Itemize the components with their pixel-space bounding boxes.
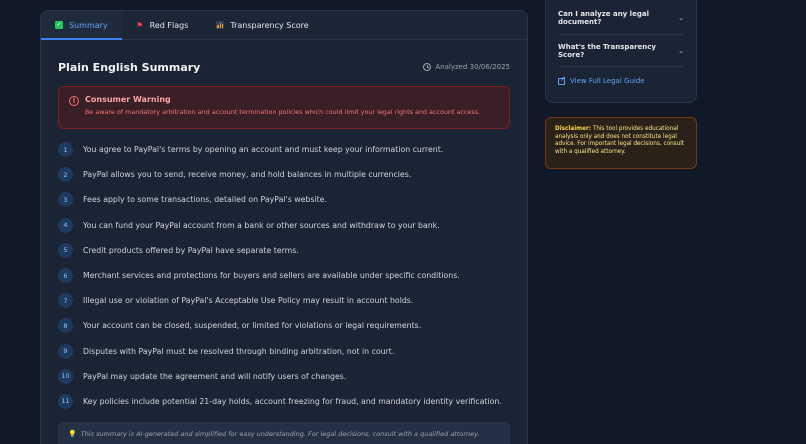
bar-chart-icon xyxy=(216,21,225,29)
item-text: Illegal use or violation of PayPal's Acc… xyxy=(83,296,414,306)
chevron-down-icon: ⌄ xyxy=(678,46,684,55)
warning-text: Be aware of mandatory arbitration and ac… xyxy=(85,108,481,116)
list-item: 2 PayPal allows you to send, receive mone… xyxy=(58,162,510,187)
flag-icon: ⚑ xyxy=(136,20,144,30)
item-text: Fees apply to some transactions, detaile… xyxy=(83,195,327,205)
summary-header: Plain English Summary Analyzed 30/06/202… xyxy=(58,59,510,75)
analyzed-label: Analyzed 30/06/2025 xyxy=(435,63,510,71)
page-title: Plain English Summary xyxy=(58,60,201,74)
item-text: Merchant services and protections for bu… xyxy=(83,271,460,281)
tab-red-flags[interactable]: ⚑ Red Flags xyxy=(122,11,203,39)
list-item: 8 Your account can be closed, suspended, … xyxy=(58,313,510,338)
item-text: Disputes with PayPal must be resolved th… xyxy=(83,346,395,356)
check-square-icon: ✓ xyxy=(55,21,63,29)
list-item: 11 Key policies include potential 21-day … xyxy=(58,389,510,414)
tab-bar: ✓ Summary ⚑ Red Flags Transparency Score xyxy=(41,11,527,40)
tab-label: Transparency Score xyxy=(230,20,309,30)
tab-label: Red Flags xyxy=(149,20,189,30)
item-number: 7 xyxy=(58,293,73,309)
item-number: 6 xyxy=(58,268,73,284)
summary-card: ✓ Summary ⚑ Red Flags Transparency Score… xyxy=(40,10,528,444)
item-number: 2 xyxy=(58,167,73,183)
item-text: Credit products offered by PayPal have s… xyxy=(83,245,299,255)
disclaimer-label: Disclaimer: xyxy=(555,126,592,132)
item-number: 1 xyxy=(58,142,73,158)
item-text: Your account can be closed, suspended, o… xyxy=(83,321,422,331)
list-item: 10 PayPal may update the agreement and wi… xyxy=(58,364,510,389)
item-text: You can fund your PayPal account from a … xyxy=(83,220,440,230)
item-number: 5 xyxy=(58,242,73,258)
item-text: Key policies include potential 21-day ho… xyxy=(83,396,502,406)
item-text: You agree to PayPal's terms by opening a… xyxy=(83,145,444,155)
item-text: PayPal may update the agreement and will… xyxy=(83,371,347,381)
item-number: 10 xyxy=(58,368,73,384)
view-legal-guide-link[interactable]: View Full Legal Guide xyxy=(558,75,684,85)
item-number: 3 xyxy=(58,192,73,208)
list-item: 3 Fees apply to some transactions, detail… xyxy=(58,187,510,212)
external-link-icon xyxy=(558,75,566,85)
list-item: 1 You agree to PayPal's terms by opening … xyxy=(58,137,510,162)
list-item: 4 You can fund your PayPal account from a… xyxy=(58,213,510,238)
tab-transparency-score[interactable]: Transparency Score xyxy=(202,11,322,39)
tab-label: Summary xyxy=(69,20,108,30)
item-number: 11 xyxy=(58,393,73,409)
ai-note-text: This summary is AI-generated and simplif… xyxy=(80,430,480,439)
list-item: 9 Disputes with PayPal must be resolved t… xyxy=(58,339,510,364)
faq-question: Can I analyze any legal document? xyxy=(558,10,649,26)
analyzed-date: Analyzed 30/06/2025 xyxy=(423,63,510,71)
clock-icon xyxy=(423,63,432,71)
list-item: 5 Credit products offered by PayPal have … xyxy=(58,238,510,263)
warning-title: Consumer Warning xyxy=(85,95,171,104)
faq-question: What's the Transparency Score? xyxy=(558,42,656,59)
item-number: 4 xyxy=(58,217,73,233)
link-label: View Full Legal Guide xyxy=(570,77,645,85)
summary-points: 1 You agree to PayPal's terms by opening … xyxy=(58,137,510,414)
list-item: 6 Merchant services and protections for b… xyxy=(58,263,510,288)
consumer-warning: ! Consumer Warning Be aware of mandatory… xyxy=(58,86,510,129)
item-text: PayPal allows you to send, receive money… xyxy=(83,170,412,180)
lightbulb-icon: 💡 xyxy=(68,430,77,439)
list-item: 7 Illegal use or violation of PayPal's Ac… xyxy=(58,288,510,313)
ai-note: 💡 This summary is AI-generated and simpl… xyxy=(58,422,510,444)
alert-circle-icon: ! xyxy=(69,96,79,106)
faq-item[interactable]: Can I analyze any legal document? ⌄ xyxy=(558,0,684,35)
disclaimer-box: Disclaimer: This tool provides education… xyxy=(545,117,697,169)
faq-item[interactable]: What's the Transparency Score? ⌄ xyxy=(558,35,684,67)
faq-card: Can I analyze any legal document? ⌄ What… xyxy=(545,0,697,103)
tab-summary[interactable]: ✓ Summary xyxy=(41,11,122,40)
chevron-down-icon: ⌄ xyxy=(678,14,684,22)
item-number: 9 xyxy=(58,343,73,359)
item-number: 8 xyxy=(58,318,73,334)
